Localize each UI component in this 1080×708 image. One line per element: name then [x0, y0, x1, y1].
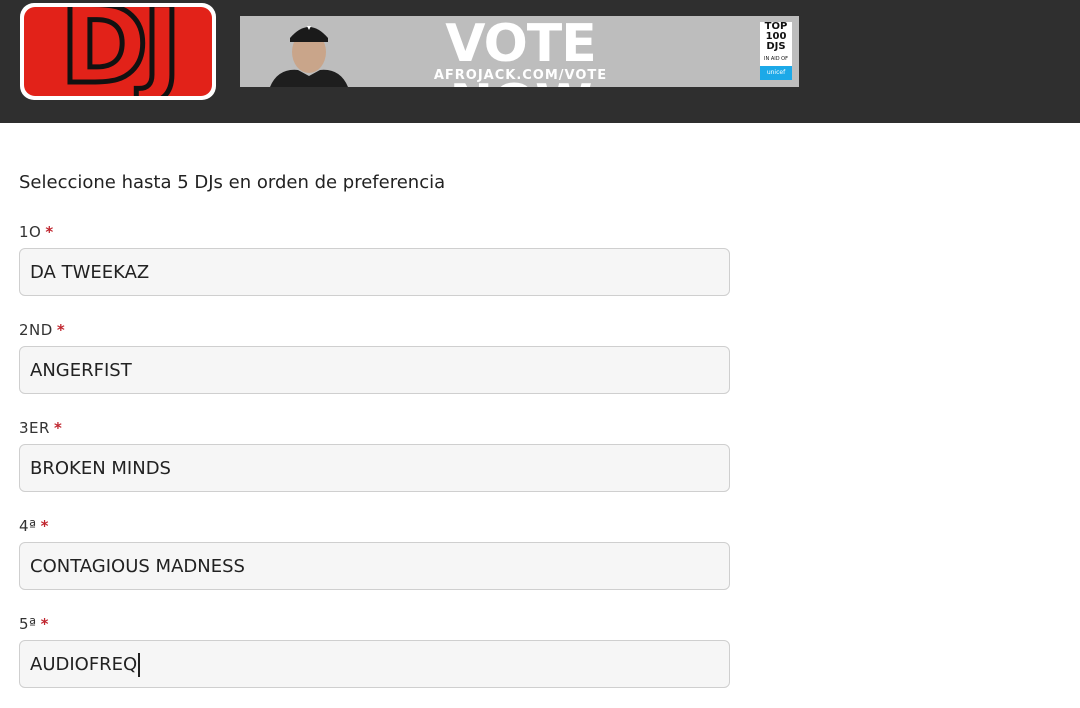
dj-field-3[interactable]: [19, 444, 730, 492]
required-mark: *: [40, 615, 49, 633]
banner-url: AFROJACK.COM/VOTE: [433, 68, 608, 83]
badge-subtitle: IN AID OF: [764, 56, 788, 62]
unicef-logo: unicef: [760, 66, 792, 80]
dj-input-4[interactable]: [20, 543, 729, 589]
dj-mag-logo[interactable]: DJ: [20, 3, 216, 100]
question-label-2: 2ND *: [19, 321, 65, 339]
vote-banner-ad[interactable]: VOTE NOW AFROJACK.COM/VOTE TOP 100 DJS I…: [240, 16, 799, 87]
question-label-4: 4ª *: [19, 517, 49, 535]
dj-field-5[interactable]: [19, 640, 730, 688]
logo-background: DJ: [24, 7, 212, 96]
question-label-1-text: 1O: [19, 223, 42, 241]
question-label-1: 1O *: [19, 223, 54, 241]
dj-input-1[interactable]: [20, 249, 729, 295]
required-mark: *: [40, 517, 49, 535]
question-label-3: 3ER *: [19, 419, 62, 437]
required-mark: *: [56, 321, 66, 339]
question-label-2-text: 2ND: [19, 321, 53, 339]
badge-title: TOP 100 DJS: [764, 21, 788, 52]
required-mark: *: [53, 419, 63, 437]
question-label-5: 5ª *: [19, 615, 49, 633]
dj-input-3[interactable]: [20, 445, 729, 491]
dj-portrait-image: [270, 26, 348, 87]
question-label-4-text: 4ª: [19, 517, 37, 535]
question-label-3-text: 3ER: [19, 419, 50, 437]
top100-badge: TOP 100 DJS IN AID OF unicef: [760, 22, 792, 80]
logo-text: DJ: [58, 7, 184, 96]
dj-field-1[interactable]: [19, 248, 730, 296]
text-caret: [138, 653, 140, 677]
dj-input-2[interactable]: [20, 347, 729, 393]
required-mark: *: [45, 223, 54, 241]
dj-field-2[interactable]: [19, 346, 730, 394]
form-instruction: Seleccione hasta 5 DJs en orden de prefe…: [19, 172, 446, 193]
question-label-5-text: 5ª: [19, 615, 37, 633]
dj-input-5[interactable]: [20, 641, 729, 687]
site-header: DJ VOTE NOW AFROJACK.COM/VOTE TOP 100 DJ…: [0, 0, 1080, 123]
dj-field-4[interactable]: [19, 542, 730, 590]
